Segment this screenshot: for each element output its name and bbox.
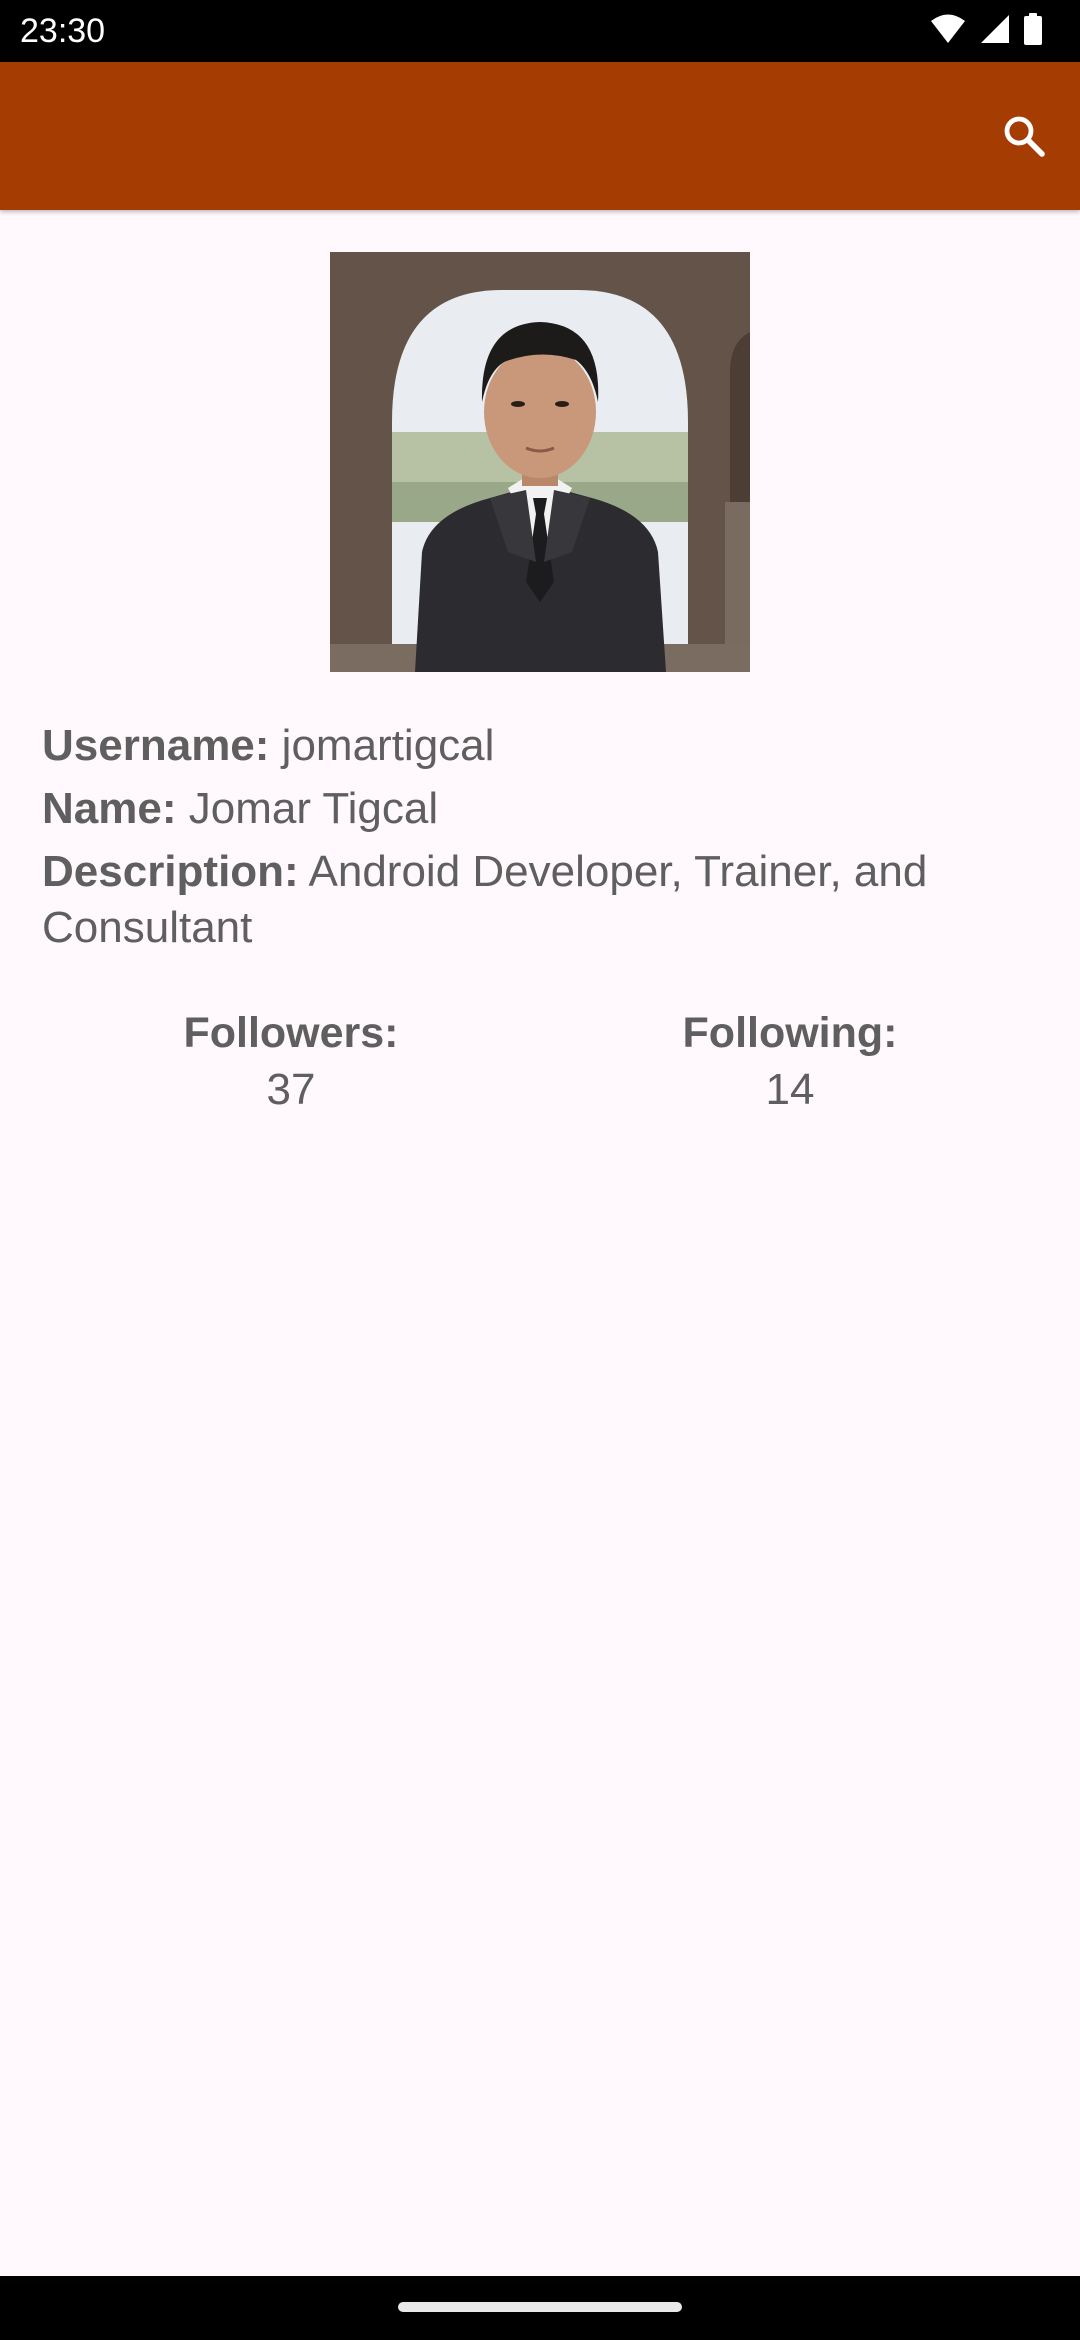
app-bar	[0, 62, 1080, 210]
name-row: Name: Jomar Tigcal	[42, 781, 1038, 837]
status-bar: 23:30	[0, 0, 1080, 62]
search-icon	[1000, 112, 1048, 165]
search-button[interactable]	[994, 108, 1054, 168]
followers-stat: Followers: 37	[41, 1004, 541, 1118]
battery-icon	[1024, 12, 1042, 50]
profile-info: Username: jomartigcal Name: Jomar Tigcal…	[42, 718, 1038, 963]
description-label: Description:	[42, 847, 299, 896]
following-label: Following:	[682, 1009, 898, 1057]
status-time: 23:30	[20, 12, 106, 50]
name-value: Jomar Tigcal	[188, 784, 439, 833]
cellular-signal-icon	[980, 14, 1010, 49]
navigation-bar	[0, 2276, 1080, 2340]
status-icons	[930, 12, 1042, 50]
profile-avatar	[330, 252, 750, 672]
username-value: jomartigcal	[281, 721, 495, 770]
username-row: Username: jomartigcal	[42, 718, 1038, 774]
home-indicator[interactable]	[398, 2302, 682, 2312]
following-count: 14	[765, 1065, 815, 1114]
description-row: Description: Android Developer, Trainer,…	[42, 844, 1038, 956]
username-label: Username:	[42, 721, 270, 770]
followers-label: Followers:	[183, 1009, 399, 1057]
following-stat: Following: 14	[540, 1004, 1040, 1118]
followers-count: 37	[266, 1065, 316, 1114]
wifi-icon	[930, 14, 966, 49]
name-label: Name:	[42, 784, 177, 833]
